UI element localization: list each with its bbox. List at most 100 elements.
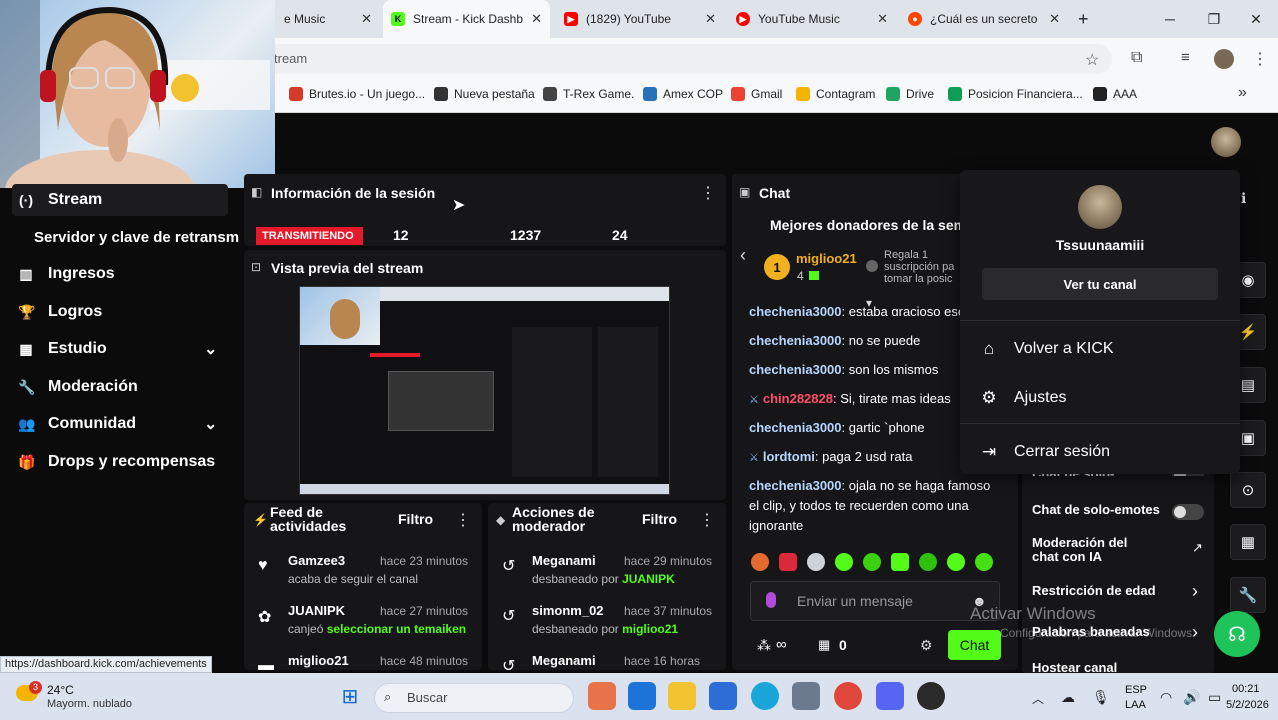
chevron-down-icon[interactable]: ⌄ [204,339,217,359]
view-channel-button[interactable]: Ver tu canal [982,268,1218,300]
bookmark-item[interactable]: Posicion Financiera... [948,80,1083,108]
sidebar-item[interactable]: 🏆 Logros [0,294,240,330]
chevron-down-icon[interactable]: ⌄ [204,414,217,434]
windows-start-icon[interactable]: ⊞ [336,682,364,710]
lang-code[interactable]: ESP [1125,684,1147,696]
media-icon[interactable]: ≡ [1181,49,1190,66]
header-avatar[interactable] [1211,127,1241,157]
close-tab-icon[interactable]: ✕ [531,11,542,27]
chat-username[interactable]: chechenia3000 [749,304,842,316]
chat-username[interactable]: lordtomi [763,449,815,464]
close-tab-icon[interactable]: ✕ [877,11,888,27]
address-bar[interactable]: tream [262,44,1112,74]
close-tab-icon[interactable]: ✕ [1049,11,1060,27]
bookmark-item[interactable]: T-Rex Game. [543,80,634,108]
chat-message[interactable]: chechenia3000: ojala no se haga famoso e… [749,476,999,536]
chat-username[interactable]: chechenia3000 [749,420,842,435]
new-tab-button[interactable]: + [1078,9,1089,30]
bookmark-item[interactable]: Nueva pestaña [434,80,535,108]
donors-prev-icon[interactable]: ‹ [740,245,746,266]
send-chat-button[interactable]: Chat [948,630,1001,660]
emote-icon[interactable] [891,553,909,571]
sidebar-item[interactable]: 🔧 Moderación [0,369,240,405]
mod-filter-button[interactable]: Filtro [642,511,677,527]
network-icon[interactable]: ☁ [1061,689,1075,706]
tab-kick-dashboard[interactable]: K Stream - Kick Dashbo ✕ [383,0,550,38]
donor-name[interactable]: miglioo21 [796,251,857,266]
minimize-icon[interactable]: ─ [1148,0,1192,38]
taskbar-search[interactable] [374,683,574,713]
tab-youtube[interactable]: ▶ (1829) YouTube ✕ [556,0,724,38]
bookmark-item[interactable]: AAA [1093,80,1137,108]
tab-reddit[interactable]: ● ¿Cuál es un secreto c ✕ [900,0,1068,38]
support-headset-icon[interactable]: ☊ [1214,611,1260,657]
tab-youtube-music-1[interactable]: e Music ✕ [276,0,380,38]
sidebar-item[interactable]: Servidor y clave de retransm [0,219,245,255]
mod-action-item[interactable]: ↺ Meganami hace 29 minutos desbaneado po… [502,553,722,597]
activity-more-icon[interactable]: ⋮ [455,510,471,530]
chat-username[interactable]: chechenia3000 [749,362,842,377]
layout-icon[interactable]: ▦ [1230,524,1266,560]
activity-item[interactable]: ✿ JUANIPK hace 27 minutos canjeó selecci… [258,603,478,647]
mod-action-item[interactable]: ↺ simonm_02 hace 37 minutos desbaneado p… [502,603,722,647]
info-icon[interactable]: ℹ [1241,190,1246,207]
chat-username[interactable]: chechenia3000 [749,478,842,493]
activity-item[interactable]: ♥ Gamzee3 hace 23 minutos acaba de segui… [258,553,478,597]
broadcast-rail-icon[interactable]: ⊙ [1230,472,1266,508]
wrench-rail-icon[interactable]: 🔧 [1230,577,1266,613]
copilot-icon[interactable] [588,682,616,710]
chat-settings-icon[interactable]: ⚙ [920,637,933,654]
more-bookmarks-icon[interactable]: » [1238,84,1247,102]
app-icon[interactable] [917,682,945,710]
session-more-icon[interactable]: ⋮ [700,183,716,203]
chrome-icon[interactable] [834,682,862,710]
profile-avatar-icon[interactable] [1214,49,1234,69]
chat-setting-row[interactable]: Chat de solo-emotes [1032,502,1208,532]
external-link-icon[interactable]: ↗ [1192,540,1203,556]
chat-setting-row[interactable]: Moderación del chat con IA ↗ [1032,536,1208,566]
activity-filter-button[interactable]: Filtro [398,511,433,527]
sidebar-item[interactable]: (·) Stream [0,182,240,218]
bookmark-item[interactable]: Drive [886,80,934,108]
volume-icon[interactable]: 🔊 [1183,689,1200,706]
user-menu-item[interactable]: ⇥ Cerrar sesión [980,440,1220,464]
emote-icon[interactable] [807,553,825,571]
emote-icon[interactable] [947,553,965,571]
edge-icon[interactable] [751,682,779,710]
maximize-icon[interactable]: ❐ [1192,0,1236,38]
user-menu-item[interactable]: ⌂ Volver a KICK [980,337,1220,361]
emote-icon[interactable] [751,553,769,571]
chat-username[interactable]: chechenia3000 [749,333,842,348]
file-explorer-icon[interactable] [668,682,696,710]
emote-icon[interactable] [863,553,881,571]
close-tab-icon[interactable]: ✕ [705,11,716,27]
extensions-icon[interactable]: ⧉ [1131,49,1142,67]
bookmark-item[interactable]: Brutes.io - Un juego... [289,80,425,108]
stream-preview-video[interactable] [299,286,670,495]
outlook-icon[interactable] [628,682,656,710]
wifi-icon[interactable]: ◠ [1160,689,1172,706]
emote-icon[interactable] [779,553,797,571]
emote-icon[interactable] [919,553,937,571]
chevron-right-icon[interactable]: › [1192,581,1198,602]
clock-time[interactable]: 00:21 [1232,683,1260,695]
battery-icon[interactable]: ▭ [1208,689,1221,706]
store-icon[interactable] [709,682,737,710]
sidebar-item[interactable]: ▥ Ingresos [0,256,240,292]
settings-icon[interactable] [792,682,820,710]
microphone-icon[interactable]: 🎙 [1092,689,1110,706]
emote-icon[interactable] [975,553,993,571]
sidebar-item[interactable]: ▦ Estudio ⌄ [0,331,240,367]
close-tab-icon[interactable]: ✕ [361,11,372,27]
sidebar-item[interactable]: 👥 Comunidad ⌄ [0,406,240,442]
chat-username[interactable]: chin282828 [763,391,833,406]
close-window-icon[interactable]: ✕ [1234,0,1278,38]
user-menu-item[interactable]: ⚙ Ajustes [980,386,1220,410]
bookmark-star-icon[interactable]: ☆ [1085,50,1099,70]
more-menu-icon[interactable]: ⋮ [1252,49,1268,69]
mod-more-icon[interactable]: ⋮ [699,510,715,530]
tab-youtube-music-2[interactable]: ▶ YouTube Music ✕ [728,0,896,38]
bookmark-item[interactable]: Gmail [731,80,782,108]
tray-chevron-icon[interactable]: ︿ [1032,690,1044,707]
emote-icon[interactable] [835,553,853,571]
